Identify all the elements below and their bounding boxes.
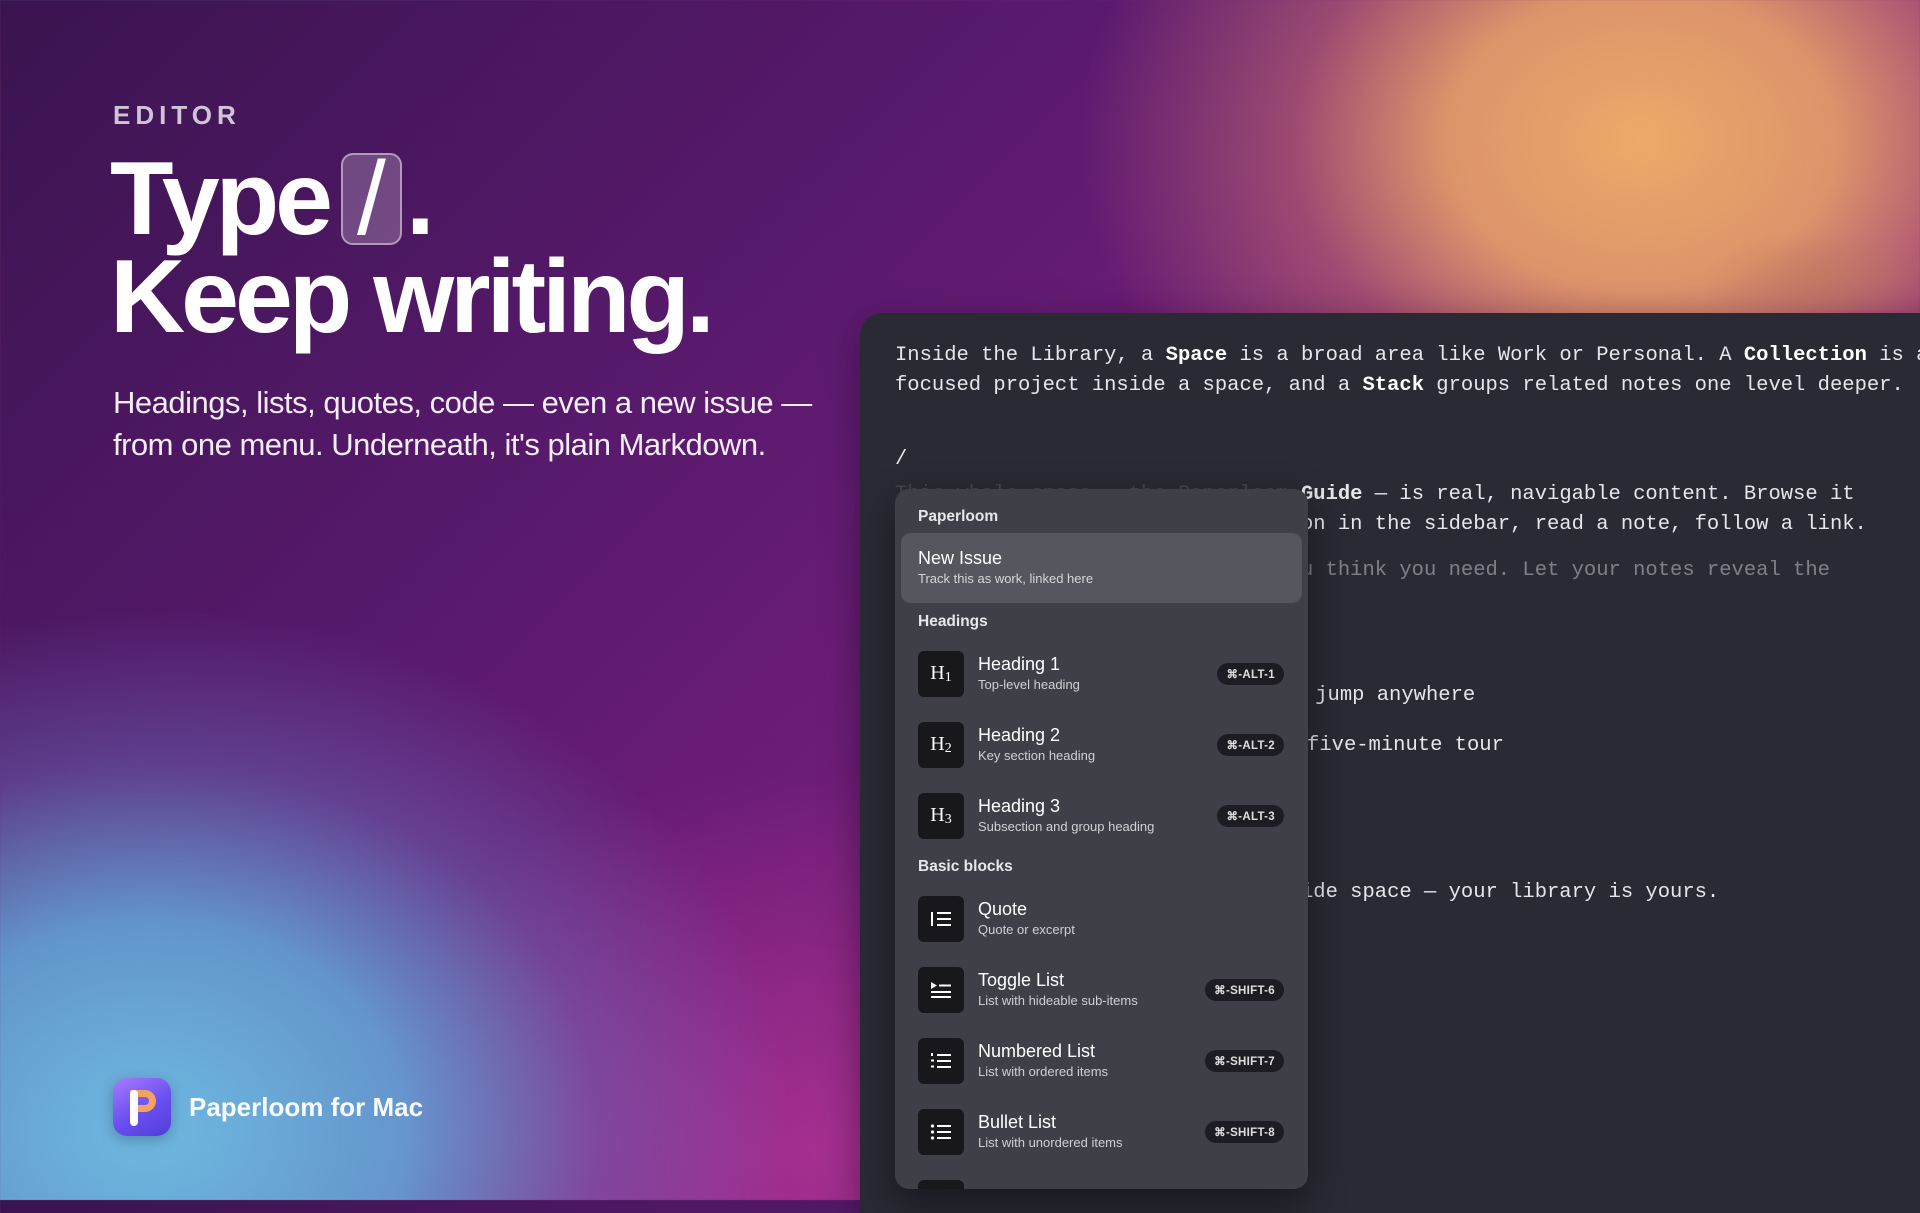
- menu-item-toggle-list[interactable]: Toggle List List with hideable sub-items ⌘…: [901, 954, 1302, 1025]
- menu-item-title: Heading 3: [978, 795, 1061, 816]
- menu-item-title: Quote: [978, 898, 1028, 919]
- menu-item-description: List with hideable sub-items: [978, 992, 1138, 1008]
- menu-item-title: Bullet List: [978, 1111, 1057, 1132]
- subtitle-line-1: Headings, lists, quotes, code — even a n…: [113, 385, 812, 420]
- menu-item-title: Heading 2: [978, 724, 1061, 745]
- brand-name: Paperloom for Mac: [189, 1091, 424, 1122]
- check-list-icon: [918, 1179, 964, 1189]
- menu-item-description: Top-level heading: [978, 676, 1080, 692]
- menu-item-bullet-list[interactable]: Bullet List List with unordered items ⌘-SH…: [901, 1096, 1302, 1167]
- keyboard-shortcut-badge: ⌘-SHIFT-6: [1205, 978, 1284, 1001]
- paperloom-app-icon: [113, 1078, 171, 1136]
- keyboard-shortcut-badge: ⌘-ALT-1: [1217, 662, 1284, 685]
- menu-item-heading-2[interactable]: H2 Heading 2 Key section heading ⌘-ALT-2: [901, 709, 1302, 780]
- menu-item-title: Numbered List: [978, 1040, 1096, 1061]
- menu-item-title: New Issue: [918, 548, 1003, 568]
- menu-item-heading-3[interactable]: H3 Heading 3 Subsection and group heading ⌘…: [901, 780, 1302, 851]
- numbered-list-icon: [918, 1037, 964, 1084]
- headline-line-2: Keep writing.: [110, 239, 715, 355]
- keyboard-shortcut-badge: ⌘-SHIFT-8: [1205, 1120, 1284, 1143]
- menu-item-description: Track this as work, linked here: [918, 571, 1094, 586]
- subtitle-line-2: from one menu. Underneath, it's plain Ma…: [113, 427, 766, 462]
- slash-command-menu[interactable]: Paperloom New Issue Track this as work, li…: [895, 489, 1308, 1189]
- eyebrow-label: EDITOR: [113, 100, 241, 130]
- editor-paragraph[interactable]: Inside the Library, a Space is a broad a…: [895, 341, 1920, 401]
- menu-item-check-list[interactable]: Check List⌘-SHIFT-9: [901, 1167, 1302, 1189]
- headline: Type /. Keep writing.: [110, 147, 715, 355]
- heading-2-icon: H2: [918, 721, 964, 768]
- menu-section-label: Basic blocks: [918, 858, 1013, 875]
- bullet-list-icon: [918, 1108, 964, 1155]
- brand-lockup: Paperloom for Mac: [113, 1078, 423, 1136]
- menu-item-heading-1[interactable]: H1 Heading 1 Top-level heading ⌘-ALT-1: [901, 638, 1302, 709]
- menu-item-title: Heading 1: [978, 653, 1061, 674]
- subtitle: Headings, lists, quotes, code — even a n…: [113, 382, 873, 466]
- menu-item-new-issue[interactable]: New Issue Track this as work, linked here: [901, 533, 1302, 603]
- toggle-list-icon: [918, 966, 964, 1013]
- menu-section-label: Paperloom: [918, 508, 999, 525]
- menu-item-numbered-list[interactable]: Numbered List List with ordered items ⌘-SH…: [901, 1025, 1302, 1096]
- keyboard-shortcut-badge: ⌘-ALT-2: [1217, 733, 1284, 756]
- menu-item-description: Key section heading: [978, 747, 1096, 763]
- keyboard-shortcut-badge: ⌘-SHIFT-7: [1205, 1049, 1284, 1072]
- menu-section-label: Headings: [918, 613, 988, 630]
- menu-item-description: List with unordered items: [978, 1134, 1123, 1150]
- keyboard-shortcut-badge: ⌘-ALT-3: [1217, 804, 1284, 827]
- quote-icon: [918, 895, 964, 942]
- slash-key-badge: /: [341, 147, 402, 251]
- background-hills: [1700, 220, 1920, 310]
- menu-item-description: Quote or excerpt: [978, 921, 1075, 937]
- heading-1-icon: H1: [918, 650, 964, 697]
- headline-line-1: Type /.: [110, 147, 711, 251]
- editor-slash-command[interactable]: /: [895, 448, 907, 471]
- menu-item-title: Toggle List: [978, 969, 1065, 990]
- heading-3-icon: H3: [918, 792, 964, 839]
- menu-item-description: List with ordered items: [978, 1063, 1109, 1079]
- menu-item-quote[interactable]: Quote Quote or excerpt: [901, 883, 1302, 954]
- menu-item-description: Subsection and group heading: [978, 818, 1155, 834]
